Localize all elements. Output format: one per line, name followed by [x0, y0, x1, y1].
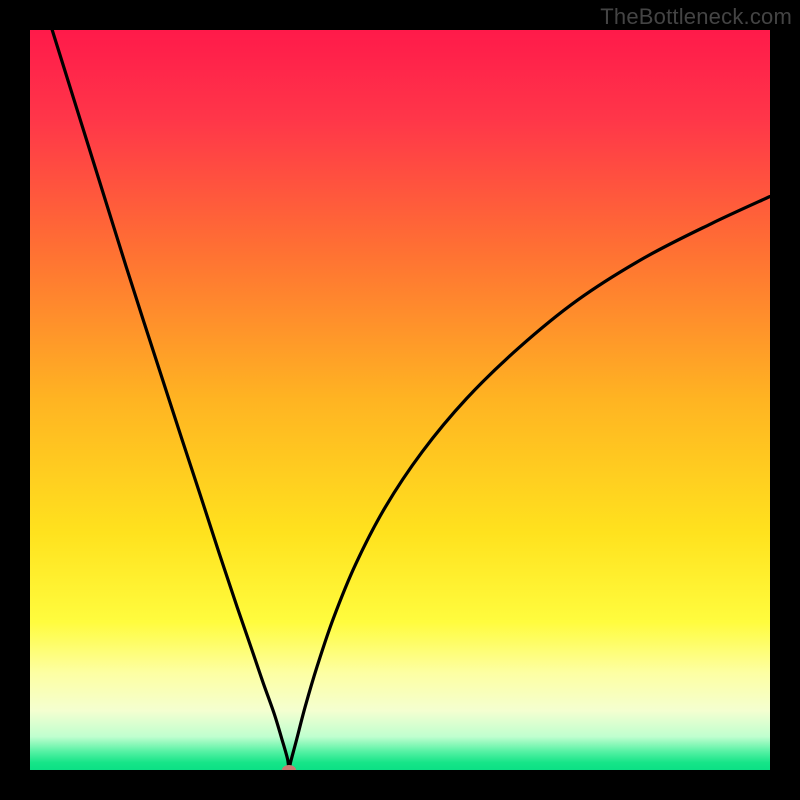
bottleneck-curve	[52, 30, 770, 770]
plot-area	[30, 30, 770, 770]
watermark-text: TheBottleneck.com	[600, 4, 792, 30]
minimum-marker	[282, 765, 296, 770]
chart-frame: TheBottleneck.com	[0, 0, 800, 800]
curve-layer	[30, 30, 770, 770]
